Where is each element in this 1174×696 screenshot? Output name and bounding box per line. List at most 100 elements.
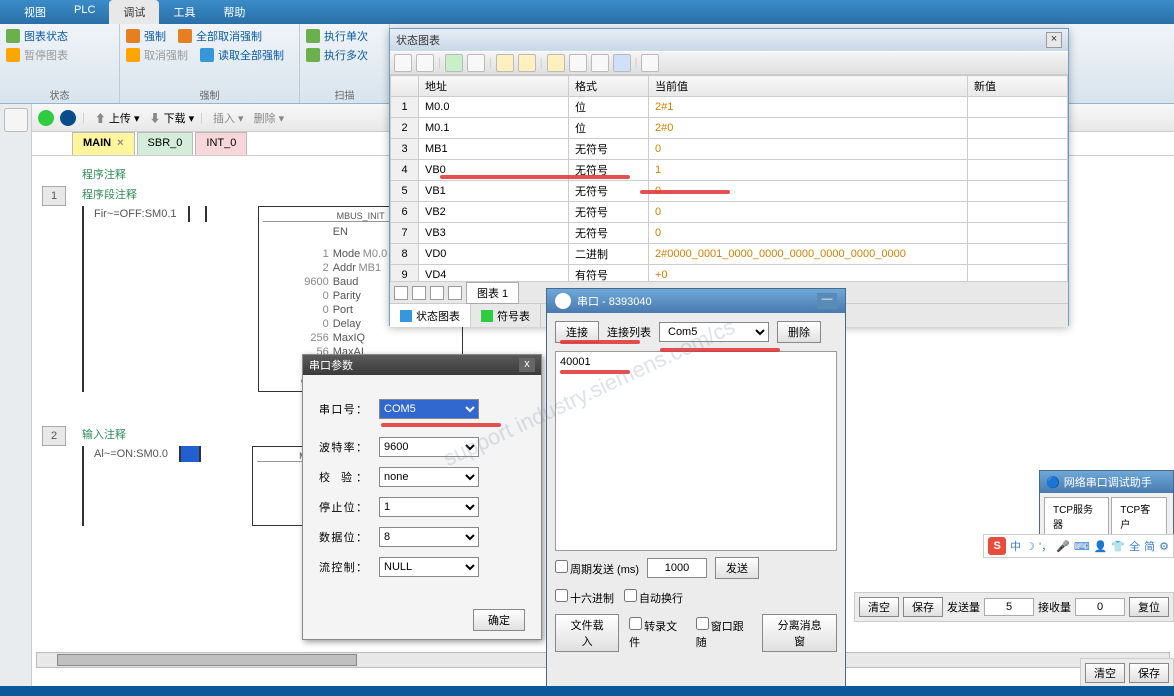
- ime-jian[interactable]: 简: [1144, 538, 1155, 554]
- menu-view[interactable]: 视图: [10, 0, 60, 24]
- ime-comma[interactable]: '，: [1039, 538, 1052, 554]
- parity-select[interactable]: none: [379, 467, 479, 487]
- follow-win-check[interactable]: 窗口跟随: [696, 617, 753, 650]
- next-icon[interactable]: [430, 286, 444, 300]
- port-select[interactable]: COM5: [379, 399, 479, 419]
- autowrap-check[interactable]: 自动换行: [624, 589, 683, 606]
- tb-btn[interactable]: [613, 54, 631, 72]
- tab-tcp-server[interactable]: TCP服务器: [1044, 497, 1109, 535]
- pencil-icon[interactable]: [518, 54, 536, 72]
- tab-tcp-client[interactable]: TCP客户: [1111, 497, 1167, 535]
- tab-int0[interactable]: INT_0: [195, 132, 247, 155]
- gear-icon[interactable]: ⚙: [1159, 540, 1169, 553]
- conn-list-select[interactable]: Com5: [659, 322, 769, 342]
- rail-btn-1[interactable]: [4, 108, 28, 132]
- person-icon[interactable]: 👤: [1094, 540, 1108, 553]
- load-file-button[interactable]: 文件载入: [555, 614, 619, 652]
- download-btn[interactable]: ⬇ 下载 ▾: [146, 110, 195, 126]
- ime-quan[interactable]: 全: [1129, 538, 1140, 554]
- chart-tab-1[interactable]: 图表 1: [466, 282, 519, 304]
- period-input[interactable]: [647, 558, 707, 578]
- stop-icon[interactable]: [60, 110, 76, 126]
- minimize-icon[interactable]: —: [817, 293, 837, 309]
- single-scan-btn[interactable]: 执行单次: [324, 28, 368, 44]
- keyboard-icon[interactable]: ⌨: [1074, 540, 1090, 553]
- contact-1[interactable]: [188, 206, 207, 222]
- clear-button[interactable]: 清空: [859, 597, 899, 617]
- table-row[interactable]: 2M0.1位2#0: [391, 118, 1068, 139]
- sogou-icon[interactable]: S: [988, 537, 1006, 555]
- tb-btn[interactable]: [467, 54, 485, 72]
- col-rowno[interactable]: [391, 76, 419, 97]
- record-file-check[interactable]: 转录文件: [629, 617, 686, 650]
- delete-btn[interactable]: 删除 ▾: [254, 110, 285, 126]
- mic-icon[interactable]: 🎤: [1056, 540, 1070, 553]
- tb-btn[interactable]: [569, 54, 587, 72]
- serial-log[interactable]: 40001: [555, 351, 837, 551]
- tab-status-chart[interactable]: 状态图表: [390, 304, 471, 327]
- baud-select[interactable]: 9600: [379, 437, 479, 457]
- force-btn[interactable]: 强制: [144, 28, 166, 44]
- stop-select[interactable]: 1: [379, 497, 479, 517]
- ok-button[interactable]: 确定: [473, 609, 525, 631]
- clear-button-2[interactable]: 清空: [1085, 663, 1125, 683]
- menu-tools[interactable]: 工具: [159, 0, 209, 24]
- read-force-btn[interactable]: 读取全部强制: [218, 47, 284, 63]
- ribbon-group-scan-label: 扫描: [300, 87, 389, 102]
- last-icon[interactable]: [448, 286, 462, 300]
- ime-toolbar[interactable]: S 中 ☽ '， 🎤 ⌨ 👤 👕 全 简 ⚙: [983, 534, 1174, 558]
- period-send-check[interactable]: 周期发送 (ms): [555, 560, 639, 577]
- tb-btn[interactable]: [416, 54, 434, 72]
- tab-sbr0[interactable]: SBR_0: [137, 132, 194, 155]
- tb-btn[interactable]: [394, 54, 412, 72]
- col-format[interactable]: 格式: [569, 76, 649, 97]
- menu-help[interactable]: 帮助: [209, 0, 259, 24]
- flow-select[interactable]: NULL: [379, 557, 479, 577]
- tab-symbol-table[interactable]: 符号表: [471, 304, 541, 327]
- tab-main[interactable]: MAIN×: [72, 132, 135, 155]
- moon-icon[interactable]: ☽: [1025, 540, 1035, 553]
- table-row[interactable]: 6VB2无符号0: [391, 202, 1068, 223]
- table-row[interactable]: 1M0.0位2#1: [391, 97, 1068, 118]
- reset-button[interactable]: 复位: [1129, 597, 1169, 617]
- lock-icon[interactable]: [547, 54, 565, 72]
- data-select[interactable]: 8: [379, 527, 479, 547]
- close-icon[interactable]: ×: [1046, 32, 1062, 48]
- pause-chart-btn[interactable]: 暂停图表: [24, 47, 68, 63]
- prev-icon[interactable]: [412, 286, 426, 300]
- tb-btn[interactable]: [591, 54, 609, 72]
- split-msg-button[interactable]: 分离消息窗: [762, 614, 837, 652]
- close-icon[interactable]: x: [519, 358, 535, 372]
- contact-2-on[interactable]: [179, 446, 201, 462]
- hex-check[interactable]: 十六进制: [555, 589, 614, 606]
- chart-status-btn[interactable]: 图表状态: [24, 28, 68, 44]
- table-icon: [400, 310, 412, 322]
- upload-btn[interactable]: ⬆ 上传 ▾: [91, 110, 140, 126]
- run-icon[interactable]: [38, 110, 54, 126]
- shirt-icon[interactable]: 👕: [1111, 540, 1125, 553]
- close-icon[interactable]: ×: [117, 137, 123, 149]
- menu-plc[interactable]: PLC: [60, 0, 109, 24]
- first-icon[interactable]: [394, 286, 408, 300]
- multi-scan-btn[interactable]: 执行多次: [324, 47, 368, 63]
- tb-btn[interactable]: [496, 54, 514, 72]
- table-row[interactable]: 9VD4有符号+0: [391, 265, 1068, 282]
- ime-zhong[interactable]: 中: [1010, 538, 1021, 554]
- col-addr[interactable]: 地址: [419, 76, 569, 97]
- unforce-btn[interactable]: 取消强制: [144, 47, 188, 63]
- table-row[interactable]: 8VD0二进制2#0000_0001_0000_0000_0000_0000_0…: [391, 244, 1068, 265]
- unforce-all-btn[interactable]: 全部取消强制: [196, 28, 262, 44]
- force-icon: [126, 29, 140, 43]
- save-button[interactable]: 保存: [903, 597, 943, 617]
- insert-btn[interactable]: 插入 ▾: [213, 110, 244, 126]
- menu-debug[interactable]: 调试: [109, 0, 159, 24]
- table-row[interactable]: 3MB1无符号0: [391, 139, 1068, 160]
- tb-btn[interactable]: [641, 54, 659, 72]
- col-newvalue[interactable]: 新值: [968, 76, 1068, 97]
- send-button[interactable]: 发送: [715, 557, 759, 579]
- play-icon[interactable]: [445, 54, 463, 72]
- save-button-2[interactable]: 保存: [1129, 663, 1169, 683]
- delete-button[interactable]: 删除: [777, 321, 821, 343]
- col-value[interactable]: 当前值: [649, 76, 968, 97]
- table-row[interactable]: 7VB3无符号0: [391, 223, 1068, 244]
